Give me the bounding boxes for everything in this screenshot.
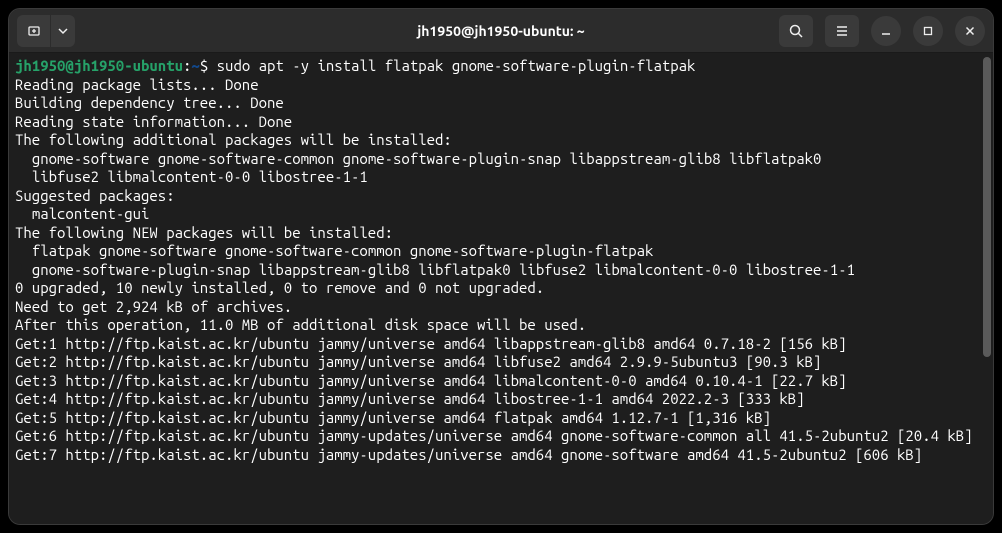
output-line: Suggested packages: bbox=[15, 187, 987, 206]
output-line: libfuse2 libmalcontent-0-0 libostree-1-1 bbox=[15, 168, 987, 187]
window-title: jh1950@jh1950-ubuntu: ~ bbox=[417, 23, 584, 39]
output-line: Get:1 http://ftp.kaist.ac.kr/ubuntu jamm… bbox=[15, 335, 987, 354]
prompt-path: ~ bbox=[191, 57, 199, 74]
output-line: Get:5 http://ftp.kaist.ac.kr/ubuntu jamm… bbox=[15, 409, 987, 428]
close-button[interactable] bbox=[955, 16, 985, 46]
output-line: Reading state information... Done bbox=[15, 113, 987, 132]
output-line: Get:7 http://ftp.kaist.ac.kr/ubuntu jamm… bbox=[15, 446, 987, 465]
minimize-button[interactable] bbox=[871, 16, 901, 46]
titlebar-right-controls bbox=[779, 15, 985, 47]
output-line: The following NEW packages will be insta… bbox=[15, 224, 987, 243]
prompt-line: jh1950@jh1950-ubuntu:~$ sudo apt -y inst… bbox=[15, 57, 987, 76]
output-line: malcontent-gui bbox=[15, 205, 987, 224]
hamburger-menu-button[interactable] bbox=[825, 15, 859, 47]
scrollbar-thumb[interactable] bbox=[983, 57, 991, 357]
output-line: Need to get 2,924 kB of archives. bbox=[15, 298, 987, 317]
output-line: gnome-software-plugin-snap libappstream-… bbox=[15, 261, 987, 280]
maximize-button[interactable] bbox=[913, 16, 943, 46]
command-text: sudo apt -y install flatpak gnome-softwa… bbox=[217, 57, 696, 74]
tab-dropdown-button[interactable] bbox=[51, 15, 75, 47]
output-line: flatpak gnome-software gnome-software-co… bbox=[15, 242, 987, 261]
prompt-dollar: $ bbox=[200, 57, 217, 74]
prompt-user-host: jh1950@jh1950-ubuntu bbox=[15, 57, 183, 74]
titlebar: jh1950@jh1950-ubuntu: ~ bbox=[9, 9, 993, 53]
output-line: gnome-software gnome-software-common gno… bbox=[15, 150, 987, 169]
output-line: Reading package lists... Done bbox=[15, 76, 987, 95]
titlebar-left-controls bbox=[17, 15, 75, 47]
output-line: 0 upgraded, 10 newly installed, 0 to rem… bbox=[15, 279, 987, 298]
output-line: Building dependency tree... Done bbox=[15, 94, 987, 113]
new-tab-button[interactable] bbox=[17, 15, 51, 47]
output-line: Get:3 http://ftp.kaist.ac.kr/ubuntu jamm… bbox=[15, 372, 987, 391]
output-line: Get:2 http://ftp.kaist.ac.kr/ubuntu jamm… bbox=[15, 353, 987, 372]
terminal-content[interactable]: jh1950@jh1950-ubuntu:~$ sudo apt -y inst… bbox=[9, 53, 993, 524]
terminal-window: jh1950@jh1950-ubuntu: ~ jh1950@jh1950-ub… bbox=[8, 8, 994, 525]
output-line: Get:4 http://ftp.kaist.ac.kr/ubuntu jamm… bbox=[15, 390, 987, 409]
output-line: After this operation, 11.0 MB of additio… bbox=[15, 316, 987, 335]
output-line: Get:6 http://ftp.kaist.ac.kr/ubuntu jamm… bbox=[15, 427, 987, 446]
search-button[interactable] bbox=[779, 15, 813, 47]
output-line: The following additional packages will b… bbox=[15, 131, 987, 150]
